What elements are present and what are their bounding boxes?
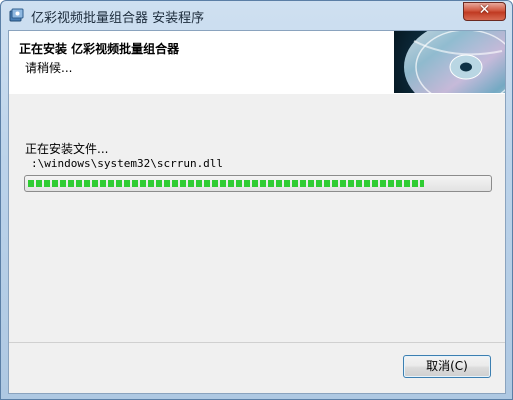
footer-divider [9, 342, 505, 343]
title-bar[interactable]: 亿彩视频批量组合器 安装程序 ✕ [1, 1, 512, 29]
close-button[interactable]: ✕ [463, 2, 506, 21]
installer-client-area: 正在安装 亿彩视频批量组合器 请稍候... 正在安装文件...:\window… [8, 30, 506, 394]
close-icon: ✕ [478, 2, 491, 18]
header-subtitle: 请稍候... [25, 61, 73, 75]
install-status-text: 正在安装文件... [25, 142, 109, 156]
cancel-button[interactable]: 取消(C) [403, 355, 491, 378]
installer-app-icon [9, 7, 25, 23]
header-divider [9, 93, 505, 94]
install-progress-bar [24, 175, 492, 192]
installer-header: 正在安装 亿彩视频批量组合器 请稍候... [9, 31, 505, 94]
installer-window: 亿彩视频批量组合器 安装程序 ✕ 正在安装 亿彩视频批量组合器 请稍候... 正… [0, 0, 513, 400]
cd-disc-banner-image [394, 31, 505, 93]
window-title: 亿彩视频批量组合器 安装程序 [31, 11, 205, 26]
progress-bar-fill [28, 180, 424, 187]
header-title: 正在安装 亿彩视频批量组合器 [19, 42, 180, 56]
current-file-path: :\windows\system32\scrrun.dll [31, 157, 224, 170]
